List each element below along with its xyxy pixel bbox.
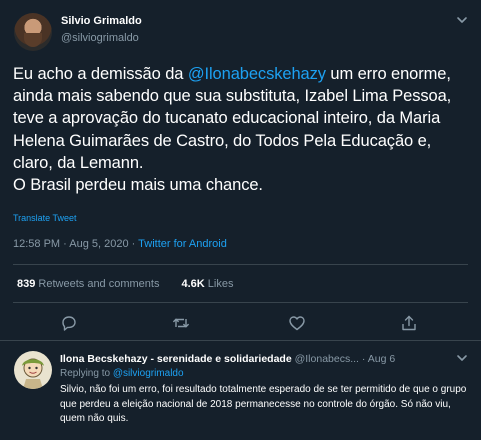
replying-label: Replying to xyxy=(60,368,113,379)
tweet-text: Eu acho a demissão da @Ilonabecskehazy u… xyxy=(13,63,468,196)
likes-stat[interactable]: 4.6K Likes xyxy=(181,278,233,290)
retweets-label: Retweets and comments xyxy=(35,278,160,290)
replying-mention[interactable]: @silviogrimaldo xyxy=(113,368,184,379)
author-name[interactable]: Silvio Grimaldo xyxy=(61,15,142,27)
divider xyxy=(13,264,468,265)
chevron-down-icon[interactable] xyxy=(455,13,469,27)
tweet-time[interactable]: 12:58 PM · Aug 5, 2020 · xyxy=(13,238,138,250)
divider xyxy=(13,302,468,303)
heart-icon[interactable] xyxy=(288,314,306,332)
reply-date[interactable]: Aug 6 xyxy=(368,353,395,365)
mention-link[interactable]: @Ilonabecskehazy xyxy=(188,65,326,83)
reply-author-handle[interactable]: @Ilonabecs... xyxy=(295,353,359,365)
reply-author-line: Ilona Becskehazy - serenidade e solidari… xyxy=(60,353,396,365)
reply-avatar[interactable] xyxy=(14,351,52,389)
action-bar xyxy=(0,314,481,334)
reply-author-name[interactable]: Ilona Becskehazy - serenidade e solidari… xyxy=(60,353,292,365)
share-icon[interactable] xyxy=(400,314,418,332)
reply-text: Silvio, não foi um erro, foi resultado t… xyxy=(60,384,467,424)
chevron-down-icon[interactable] xyxy=(455,351,469,365)
avatar[interactable] xyxy=(14,13,52,51)
avatar-beard xyxy=(24,33,42,47)
reply-tweet[interactable]: Ilona Becskehazy - serenidade e solidari… xyxy=(0,341,481,440)
replying-to: Replying to @silviogrimaldo xyxy=(60,368,184,379)
tweet-text-start: Eu acho a demissão da xyxy=(13,65,188,83)
retweets-stat[interactable]: 839 Retweets and comments xyxy=(17,278,159,290)
likes-label: Likes xyxy=(204,278,234,290)
retweet-icon[interactable] xyxy=(172,314,190,332)
reply-icon[interactable] xyxy=(60,314,78,332)
engagement-stats: 839 Retweets and comments 4.6K Likes xyxy=(17,278,233,290)
author-handle[interactable]: @silviogrimaldo xyxy=(61,32,139,44)
translate-tweet-link[interactable]: Translate Tweet xyxy=(13,213,77,223)
retweets-count: 839 xyxy=(17,278,36,290)
tweet-text-last-line: O Brasil perdeu mais uma chance. xyxy=(13,176,263,195)
main-tweet: Silvio Grimaldo @silviogrimaldo Eu acho … xyxy=(0,0,481,341)
tweet-source[interactable]: Twitter for Android xyxy=(138,238,227,250)
reply-avatar-illustration xyxy=(22,358,44,389)
tweet-meta: 12:58 PM · Aug 5, 2020 · Twitter for And… xyxy=(13,238,227,250)
likes-count: 4.6K xyxy=(181,278,205,290)
